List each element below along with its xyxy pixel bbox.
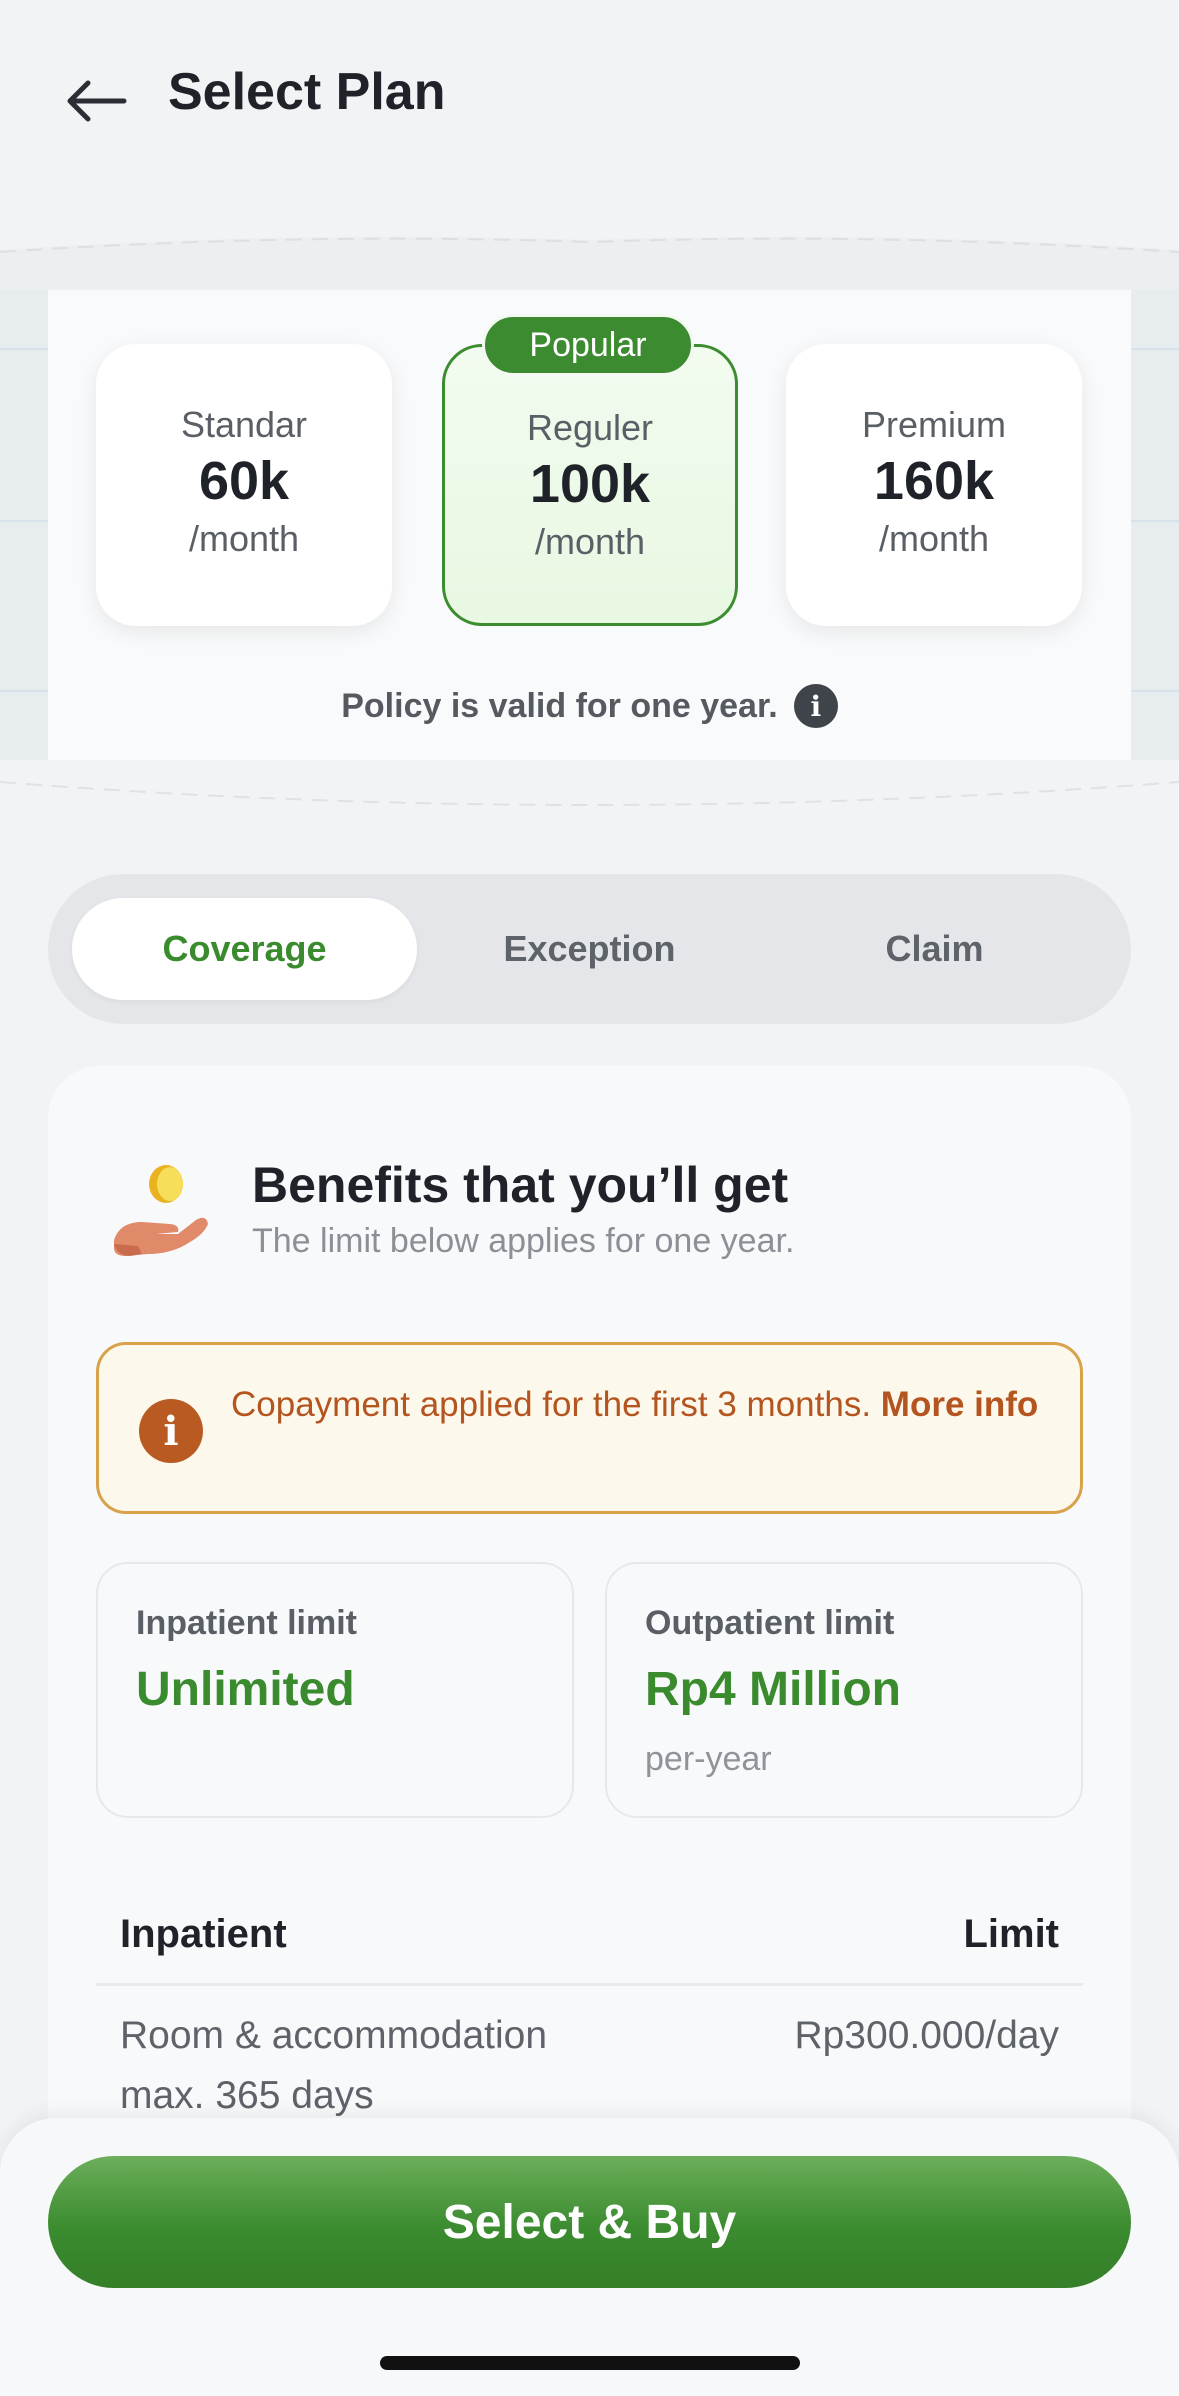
plan-period: /month <box>878 518 990 559</box>
segmented-tabs: Coverage Exception Claim <box>48 874 1131 1024</box>
inpatient-limit-card: Inpatient limit Unlimited <box>96 1562 574 1818</box>
limit-label: Outpatient limit <box>645 1604 895 1642</box>
top-app-bar: Select Plan <box>0 0 1179 300</box>
page-title: Select Plan <box>168 63 446 121</box>
tab-exception[interactable]: Exception <box>417 898 762 1000</box>
plan-price: 60k <box>198 451 290 511</box>
row-limit: Rp300.000/day <box>794 2014 1059 2057</box>
outpatient-limit-card: Outpatient limit Rp4 Million per-year <box>605 1562 1083 1818</box>
plan-price: 100k <box>529 454 651 514</box>
info-icon[interactable]: i <box>793 684 838 728</box>
copay-text: Copayment applied for the first 3 months… <box>231 1381 1051 1429</box>
home-indicator <box>380 2356 800 2370</box>
benefits-title: Benefits that you’ll get <box>252 1157 789 1213</box>
copay-alert: i Copayment applied for the first 3 mont… <box>96 1342 1083 1514</box>
more-info-link[interactable]: More info <box>881 1385 1038 1424</box>
column-header-limit: Limit <box>963 1912 1059 1956</box>
limit-label: Inpatient limit <box>136 1604 357 1642</box>
limit-sub: per-year <box>645 1740 772 1778</box>
plan-selector-section: Standar 60k /month Reguler 100k /month P… <box>0 290 1179 760</box>
plan-card-reguler[interactable]: Reguler 100k /month <box>442 344 738 626</box>
benefits-subtitle: The limit below applies for one year. <box>252 1222 795 1260</box>
table-row: Room & accommodation max. 365 days Rp300… <box>96 2006 1083 2126</box>
plan-card-standar[interactable]: Standar 60k /month <box>96 344 392 626</box>
plan-name: Premium <box>861 404 1007 445</box>
column-header-inpatient: Inpatient <box>120 1912 287 1956</box>
hand-coin-icon <box>114 1165 208 1256</box>
arrow-left-icon <box>67 80 127 122</box>
plan-period: /month <box>534 521 646 562</box>
bottom-action-bar: Select & Buy <box>0 2118 1179 2396</box>
plan-name: Standar <box>180 404 308 445</box>
popular-badge: Popular <box>482 314 694 376</box>
plan-period: /month <box>188 518 300 559</box>
plan-card-premium[interactable]: Premium 160k /month <box>786 344 1082 626</box>
limit-value: Rp4 Million <box>645 1663 901 1716</box>
info-icon: i <box>139 1399 203 1463</box>
wave-divider <box>0 236 1179 300</box>
table-header: Inpatient Limit <box>96 1886 1083 1986</box>
tab-claim[interactable]: Claim <box>762 898 1107 1000</box>
row-item: Room & accommodation max. 365 days <box>120 2014 548 2117</box>
select-and-buy-button[interactable]: Select & Buy <box>48 2156 1131 2288</box>
policy-note: Policy is valid for one year. i <box>0 684 1179 728</box>
policy-note-text: Policy is valid for one year. <box>341 686 778 725</box>
plan-price: 160k <box>873 451 995 511</box>
plan-name: Reguler <box>526 407 654 448</box>
copay-message: Copayment applied for the first 3 months… <box>231 1385 872 1424</box>
back-button[interactable] <box>56 66 136 136</box>
limit-value: Unlimited <box>136 1663 355 1716</box>
tab-coverage[interactable]: Coverage <box>72 898 417 1000</box>
wave-divider <box>0 760 1179 850</box>
